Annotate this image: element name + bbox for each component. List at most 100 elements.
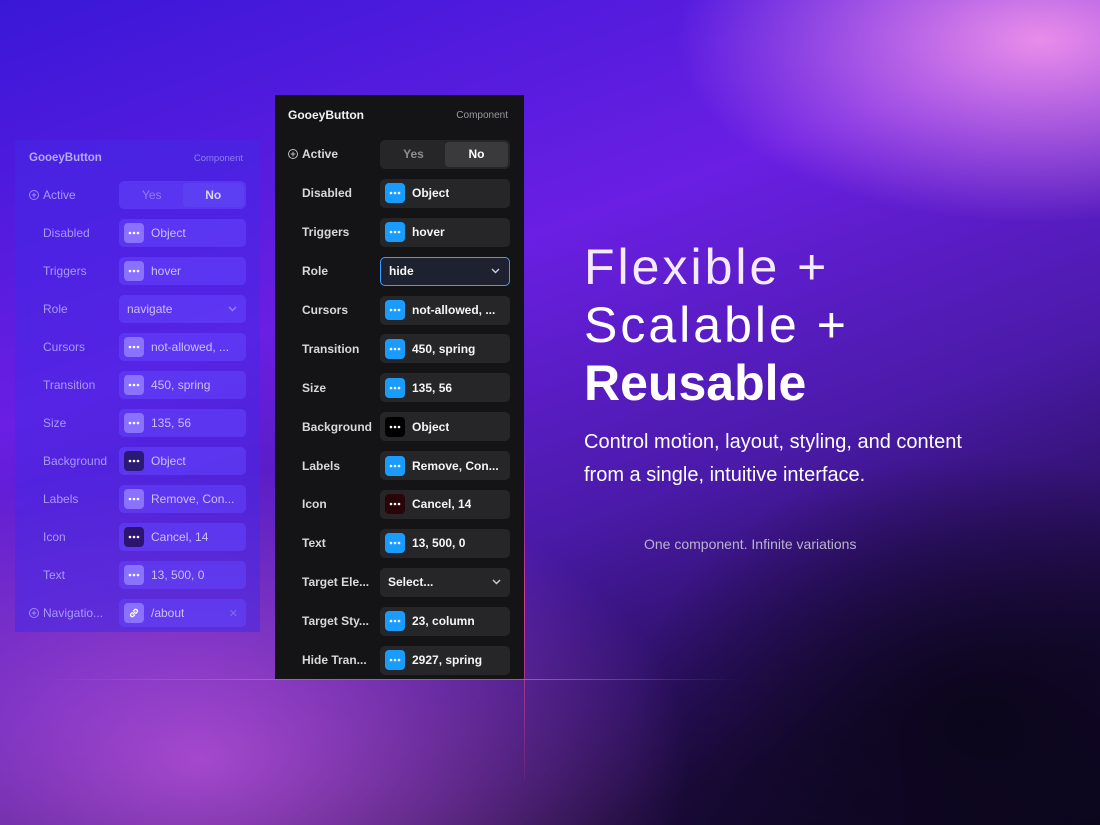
panel-title: GooeyButton <box>29 152 102 164</box>
panel-header: GooeyButton Component <box>15 140 260 176</box>
property-label: Hide Tran... <box>302 653 367 668</box>
back-properties-panel: GooeyButton Component + Active Yes No Di… <box>15 140 260 632</box>
panel-title: GooeyButton <box>288 108 364 122</box>
toggle-no-button[interactable]: No <box>182 183 244 207</box>
panel-header: GooeyButton Component <box>275 95 524 135</box>
target-sty-field[interactable]: 23, column <box>380 606 510 636</box>
field-value: Object <box>151 454 186 468</box>
transition-field[interactable]: 450, spring <box>119 371 246 399</box>
property-label: Labels <box>43 492 79 506</box>
headline-line-1: Flexible + <box>584 239 830 295</box>
role-select[interactable]: navigate <box>119 295 246 323</box>
add-circle-icon[interactable]: + <box>29 190 39 200</box>
more-options-icon[interactable] <box>124 375 144 395</box>
text-field[interactable]: 13, 500, 0 <box>119 561 246 589</box>
more-options-icon[interactable] <box>124 337 144 357</box>
property-label: Cursors <box>43 340 86 354</box>
chevron-down-icon <box>491 266 500 277</box>
more-options-icon[interactable] <box>385 183 405 204</box>
more-options-icon[interactable] <box>124 527 144 547</box>
more-options-icon[interactable] <box>124 565 144 585</box>
select-value: Select... <box>388 575 434 590</box>
icon-field[interactable]: Cancel, 14 <box>119 523 246 551</box>
disabled-field[interactable]: Object <box>380 178 510 208</box>
more-options-icon[interactable] <box>124 261 144 281</box>
property-row-transition: Transition 450, spring <box>15 366 260 404</box>
labels-field[interactable]: Remove, Con... <box>119 485 246 513</box>
hero-headline: Flexible + Scalable + Reusable <box>584 238 849 412</box>
more-options-icon[interactable] <box>385 533 405 554</box>
toggle-no-button[interactable]: No <box>445 141 508 167</box>
size-field[interactable]: 135, 56 <box>380 373 510 403</box>
cursors-field[interactable]: not-allowed, ... <box>380 295 510 325</box>
property-row-role: Role navigate <box>15 290 260 328</box>
more-options-icon[interactable] <box>385 222 405 243</box>
property-row-background: Background Object <box>15 442 260 480</box>
property-row-active: + Active Yes No <box>15 176 260 214</box>
property-row-labels: Labels Remove, Con... <box>15 480 260 518</box>
more-options-icon[interactable] <box>124 451 144 471</box>
transition-field[interactable]: 450, spring <box>380 334 510 364</box>
property-row-labels: Labels Remove, Con... <box>275 446 524 485</box>
role-select[interactable]: hide <box>380 256 510 286</box>
more-options-icon[interactable] <box>124 413 144 433</box>
field-value: Object <box>412 186 450 201</box>
triggers-field[interactable]: hover <box>119 257 246 285</box>
active-toggle[interactable]: Yes No <box>119 181 246 209</box>
more-options-icon[interactable] <box>385 455 405 476</box>
property-label: Size <box>302 380 327 395</box>
property-label: Triggers <box>43 264 87 278</box>
background-field[interactable]: Object <box>119 447 246 475</box>
more-options-icon[interactable] <box>385 416 405 437</box>
property-row-target-sty: Target Sty... 23, column <box>275 602 524 641</box>
more-options-icon[interactable] <box>124 223 144 243</box>
toggle-yes-button[interactable]: Yes <box>382 142 445 167</box>
field-value: hover <box>151 264 182 278</box>
property-label: Transition <box>43 378 96 392</box>
property-row-size: Size 135, 56 <box>15 404 260 442</box>
more-options-icon[interactable] <box>385 650 405 671</box>
clear-icon[interactable]: ✕ <box>229 607 238 620</box>
icon-field[interactable]: Cancel, 14 <box>380 489 510 519</box>
component-badge: Component <box>456 109 508 121</box>
property-row-transition: Transition 450, spring <box>275 329 524 368</box>
link-icon <box>124 603 144 623</box>
active-toggle[interactable]: Yes No <box>380 139 510 169</box>
target-ele-select[interactable]: Select... <box>380 567 510 597</box>
size-field[interactable]: 135, 56 <box>119 409 246 437</box>
more-options-icon[interactable] <box>385 494 405 515</box>
property-label: Target Ele... <box>302 575 370 590</box>
property-row-text: Text 13, 500, 0 <box>275 524 524 563</box>
hide-tran-field[interactable]: 2927, spring <box>380 645 510 675</box>
text-field[interactable]: 13, 500, 0 <box>380 528 510 558</box>
more-options-icon[interactable] <box>385 300 405 320</box>
hero-subtitle: Control motion, layout, styling, and con… <box>584 431 962 486</box>
property-row-disabled: Disabled Object <box>15 214 260 252</box>
property-label: Disabled <box>43 226 90 240</box>
background-field[interactable]: Object <box>380 412 510 442</box>
property-label: Background <box>43 454 108 468</box>
more-options-icon[interactable] <box>124 489 144 509</box>
navigation-field[interactable]: /about ✕ <box>119 599 246 627</box>
select-value: navigate <box>127 302 173 316</box>
property-label: Triggers <box>302 225 350 240</box>
field-value: 13, 500, 0 <box>151 568 205 582</box>
field-value: /about <box>151 606 185 620</box>
property-row-hide-tran: Hide Tran... 2927, spring <box>275 641 524 680</box>
property-row-size: Size 135, 56 <box>275 368 524 407</box>
select-value: hide <box>389 264 414 279</box>
more-options-icon[interactable] <box>385 611 405 632</box>
chevron-down-icon <box>228 304 237 315</box>
field-value: Object <box>412 419 450 434</box>
more-options-icon[interactable] <box>385 377 405 398</box>
add-circle-icon[interactable]: + <box>29 608 39 618</box>
chevron-down-icon <box>492 577 501 588</box>
more-options-icon[interactable] <box>385 338 405 359</box>
triggers-field[interactable]: hover <box>380 217 510 247</box>
labels-field[interactable]: Remove, Con... <box>380 451 510 481</box>
add-circle-icon[interactable]: + <box>288 149 298 160</box>
disabled-field[interactable]: Object <box>119 219 246 247</box>
property-label: Text <box>302 536 326 551</box>
cursors-field[interactable]: not-allowed, ... <box>119 333 246 361</box>
toggle-yes-button[interactable]: Yes <box>121 183 183 207</box>
